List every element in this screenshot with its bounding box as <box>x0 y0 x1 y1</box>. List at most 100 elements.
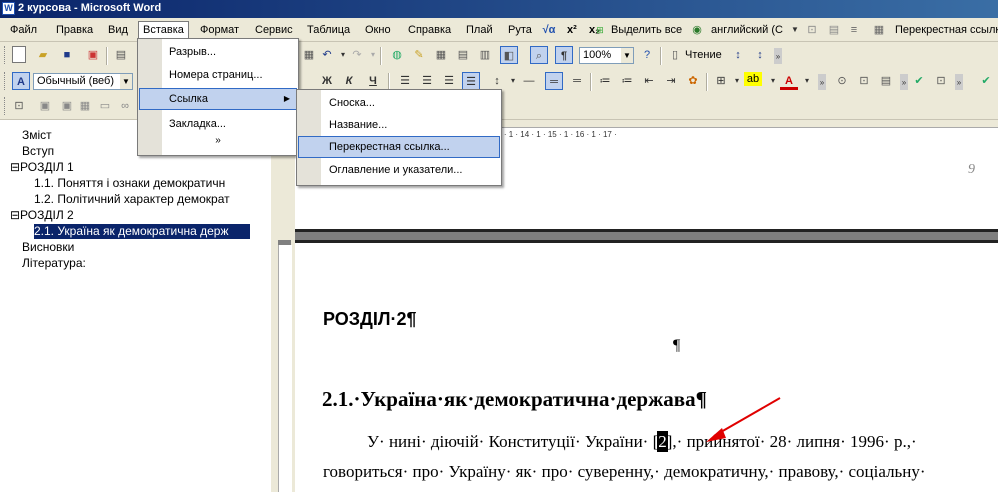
spelling-icon[interactable]: ✔ <box>910 72 928 90</box>
align-left-icon[interactable]: ☰ <box>396 72 414 90</box>
map-item-rozdil-1[interactable]: ⊟РОЗДІЛ 1 <box>10 160 74 175</box>
menu-window[interactable]: Окно <box>361 22 395 38</box>
crossref-icon: ▦ <box>873 24 885 36</box>
menu-service[interactable]: Сервис <box>251 22 297 38</box>
submenu-item-cross-reference[interactable]: Перекрестная ссылка... <box>298 136 500 158</box>
map-item-1-1[interactable]: 1.1. Поняття і ознаки демократичн <box>34 176 250 191</box>
new-document-icon[interactable] <box>12 46 26 63</box>
toolbar-options-icon[interactable]: » <box>818 74 826 90</box>
menu-view[interactable]: Вид <box>104 22 132 38</box>
map-item-vstup[interactable]: Вступ <box>22 144 54 159</box>
title-bar: W 2 курсова - Microsoft Word <box>0 0 998 18</box>
track-changes-icon[interactable]: ⊡ <box>855 72 873 90</box>
print-icon[interactable]: ▤ <box>112 46 130 64</box>
menu-item-bookmark[interactable]: Закладка... <box>139 113 297 135</box>
word-app-icon: W <box>2 2 15 15</box>
styles-pane-icon[interactable]: A <box>12 72 30 90</box>
zoom-combo[interactable]: 100% ▼ <box>579 47 634 64</box>
rule-icon[interactable]: — <box>520 72 538 90</box>
italic-button[interactable]: К <box>340 72 358 90</box>
sort-az-icon[interactable]: ↕ <box>729 46 747 64</box>
expand-menu-icon[interactable]: » <box>208 135 228 146</box>
web-page-icon[interactable]: ⊡ <box>10 97 28 115</box>
show-marks-icon[interactable]: ¶ <box>555 46 573 64</box>
permission-icon[interactable]: ▣ <box>84 46 102 64</box>
frame-icon[interactable]: ▦ <box>76 97 94 115</box>
reviewing-icon[interactable]: ▤ <box>877 72 895 90</box>
menu-item-break[interactable]: Разрыв... <box>139 41 297 63</box>
forward-icon[interactable]: ▣ <box>58 97 76 115</box>
columns-icon[interactable]: ▥ <box>476 46 494 64</box>
drawing-icon[interactable]: ◧ <box>500 46 518 64</box>
chevron-down-icon[interactable]: ▼ <box>786 21 804 39</box>
chevron-down-icon[interactable]: ▼ <box>621 48 633 63</box>
map-item-literatura[interactable]: Література: <box>22 256 86 271</box>
save-icon[interactable]: ■ <box>58 46 76 64</box>
back-icon[interactable]: ▣ <box>36 97 54 115</box>
frame-icon-2[interactable]: ▭ <box>96 97 114 115</box>
menu-help[interactable]: Справка <box>404 22 455 38</box>
underline-button[interactable]: Ч <box>364 72 382 90</box>
numbering-icon[interactable]: ≔ <box>596 72 614 90</box>
increase-indent-icon[interactable]: ⇥ <box>662 72 680 90</box>
menu-format[interactable]: Формат <box>196 22 243 38</box>
bold-button[interactable]: Ж <box>318 72 336 90</box>
toolbar-grip[interactable] <box>4 72 8 90</box>
language-button[interactable]: английский (С <box>707 22 787 38</box>
crossref-toolbar-button[interactable]: Перекрестная ссылк <box>891 22 998 38</box>
chevron-down-icon[interactable]: ▾ <box>798 72 816 90</box>
font-color-icon[interactable]: A <box>780 72 798 90</box>
menu-table[interactable]: Таблица <box>303 22 354 38</box>
menu-file[interactable]: Файл <box>6 22 41 38</box>
table-icon[interactable]: ▦ <box>300 46 318 64</box>
hyperlink-icon[interactable]: ◍ <box>388 46 406 64</box>
submenu-item-footnote[interactable]: Сноска... <box>298 92 500 114</box>
toolbar-options-icon[interactable]: » <box>955 74 963 90</box>
rule-icon-2[interactable]: ═ <box>568 72 586 90</box>
document-area[interactable]: 9 РОЗДІЛ·2¶ ¶ 2.1.·Україна·як·демократич… <box>295 142 998 492</box>
submenu-item-index-tables[interactable]: Оглавление и указатели... <box>298 159 500 181</box>
map-item-vysnovky[interactable]: Висновки <box>22 240 74 255</box>
map-item-rozdil-2[interactable]: ⊟РОЗДІЛ 2 <box>10 208 74 223</box>
help-icon[interactable]: ? <box>638 46 656 64</box>
toolbar-grip[interactable] <box>4 46 8 64</box>
map-item-zmist[interactable]: Зміст <box>22 128 52 143</box>
sort-za-icon[interactable]: ↕ <box>751 46 769 64</box>
menu-item-page-numbers[interactable]: Номера страниц... <box>139 64 297 86</box>
double-rule-icon[interactable]: ═ <box>545 72 563 90</box>
align-right-icon[interactable]: ☰ <box>440 72 458 90</box>
insert-excel-icon[interactable]: ▤ <box>454 46 472 64</box>
toolbar-options-icon[interactable]: » <box>900 74 908 90</box>
insert-table-icon[interactable]: ▦ <box>432 46 450 64</box>
link-chain-icon[interactable]: ∞ <box>116 97 134 115</box>
comment-icon[interactable]: ⊙ <box>833 72 851 90</box>
reading-button[interactable]: Чтение <box>681 47 726 63</box>
highlight-icon[interactable]: ab <box>744 72 762 86</box>
toolbar-grip[interactable] <box>4 97 8 115</box>
align-center-icon[interactable]: ☰ <box>418 72 436 90</box>
menu-plai[interactable]: Плай <box>462 22 497 38</box>
toolbar-options-icon[interactable]: » <box>774 48 782 64</box>
equation-icon[interactable]: √α <box>540 21 558 39</box>
chevron-down-icon[interactable]: ▼ <box>120 74 132 89</box>
chinese-layout-icon[interactable]: ✿ <box>684 72 702 90</box>
research-icon[interactable]: ⊡ <box>932 72 950 90</box>
tables-borders-icon[interactable]: ✎ <box>410 46 428 64</box>
abc-spell-icon[interactable]: ✔ <box>977 72 995 90</box>
insert-menu-dropdown: Разрыв... Номера страниц... Ссылка ▶ Зак… <box>137 38 299 156</box>
select-all-button[interactable]: Выделить все <box>607 22 686 38</box>
reference-field[interactable]: 2 <box>657 431 668 452</box>
map-item-2-1[interactable]: 2.1. Україна як демократична держ <box>34 224 250 239</box>
align-justify-icon[interactable]: ☰ <box>462 72 480 90</box>
menu-ruta[interactable]: Рута <box>504 22 536 38</box>
menu-edit[interactable]: Правка <box>52 22 97 38</box>
bullets-icon[interactable]: ≔ <box>618 72 636 90</box>
superscript-button[interactable]: x² <box>563 22 581 38</box>
document-map-icon[interactable]: ⌕ <box>530 46 548 64</box>
map-item-1-2[interactable]: 1.2. Політичний характер демократ <box>34 192 250 207</box>
open-folder-icon[interactable]: ▰ <box>34 46 52 64</box>
decrease-indent-icon[interactable]: ⇤ <box>640 72 658 90</box>
menu-item-link[interactable]: Ссылка ▶ <box>139 88 297 110</box>
style-combo[interactable]: Обычный (веб) ▼ <box>33 73 133 90</box>
submenu-item-caption[interactable]: Название... <box>298 114 500 136</box>
